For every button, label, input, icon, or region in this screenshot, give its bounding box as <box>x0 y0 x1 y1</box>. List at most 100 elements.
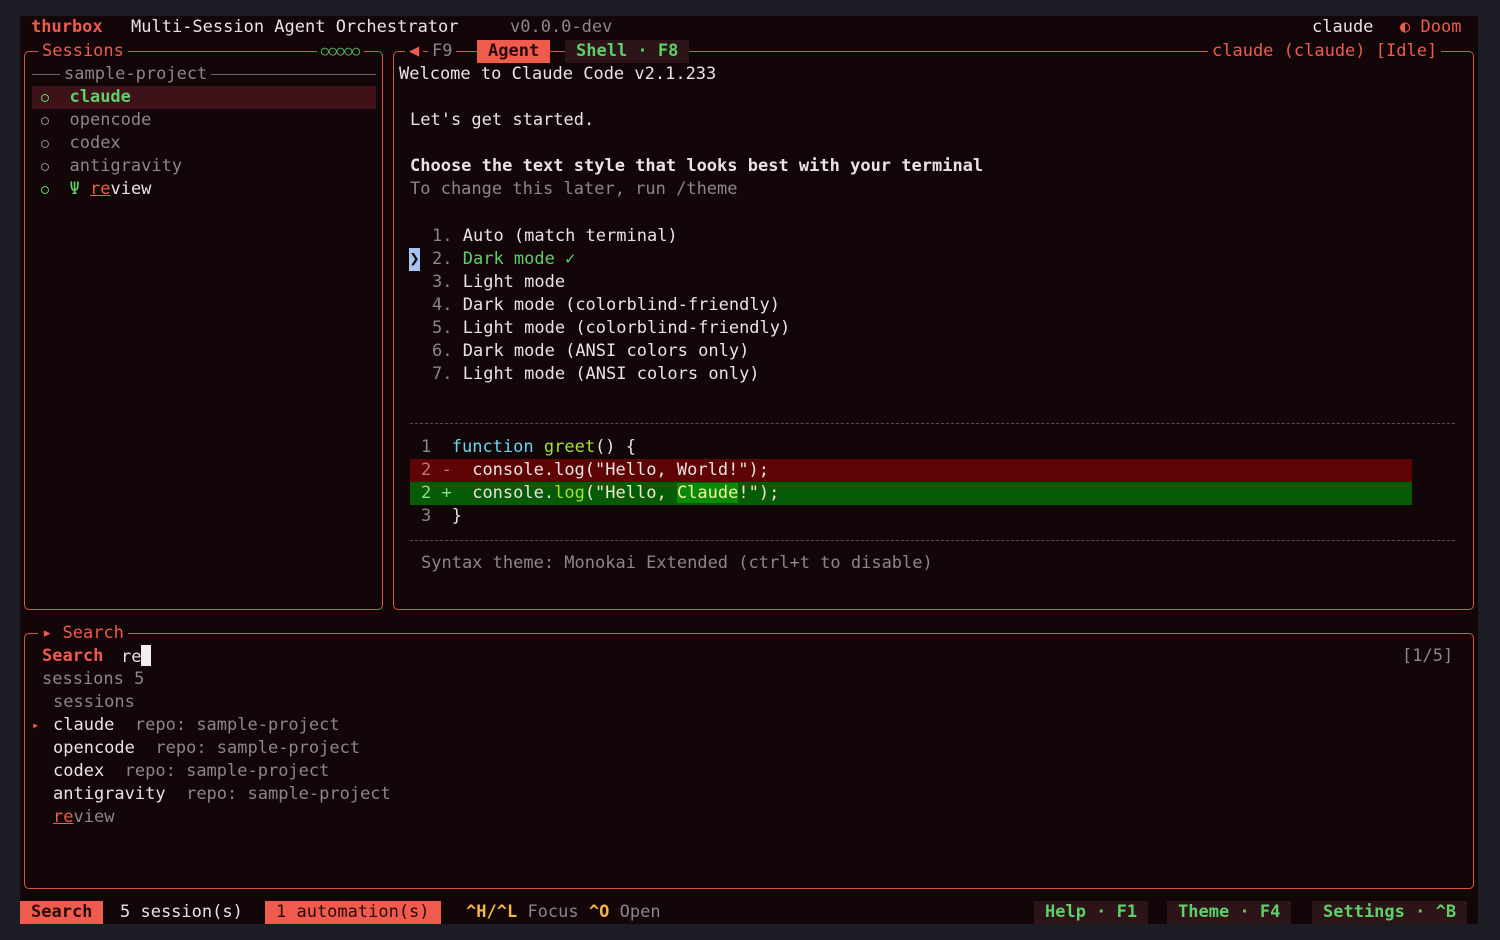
idle-dot-icon <box>41 117 49 125</box>
code-function: greet <box>543 437 596 457</box>
result-name: antigravity <box>53 784 166 804</box>
session-label: claude <box>69 87 131 107</box>
idle-dot-icon <box>41 163 49 171</box>
collapse-arrow-icon[interactable]: ▸ <box>42 623 52 643</box>
session-label: opencode <box>69 110 152 130</box>
theme-indicator[interactable]: ◐ Doom <box>1400 16 1461 39</box>
result-name: claude <box>53 715 115 735</box>
active-dot-icon <box>41 94 49 102</box>
search-result-claude[interactable]: claude repo: sample-project <box>53 714 340 737</box>
search-result-opencode[interactable]: opencode repo: sample-project <box>53 737 360 760</box>
open-label: Open <box>619 902 661 922</box>
session-item-antigravity[interactable]: antigravity <box>41 155 182 178</box>
code-string: !" <box>738 483 759 503</box>
welcome-line: Welcome to Claude Code v2.1.233 <box>399 64 717 84</box>
session-item-review[interactable]: Ψ review <box>41 178 151 201</box>
selection-cursor-icon: ❯ <box>409 248 420 271</box>
code-line-removed: 2 - console.log("Hello, World!"); <box>421 459 769 482</box>
focus-keys: ^H/^L <box>466 902 518 922</box>
prev-tab-arrow-icon[interactable]: ◀ <box>405 40 424 63</box>
tab-shell[interactable]: Shell · F8 <box>565 40 690 63</box>
app-name: thurbox <box>31 17 103 37</box>
intro-line: Let's get started. <box>410 110 595 130</box>
theme-option-4[interactable]: 4. Dark mode (colorblind-friendly) <box>432 294 780 317</box>
help-button[interactable]: Help · F1 <box>1034 901 1149 924</box>
session-status-indicator: ○○○○○ <box>317 40 365 63</box>
half-circle-icon: ◐ <box>1400 17 1411 37</box>
app-subtitle: Multi-Session Agent Orchestrator <box>131 17 459 37</box>
tab-agent[interactable]: Agent <box>477 40 551 63</box>
search-result-review[interactable]: review <box>53 806 114 829</box>
focus-hint: ^H/^L Focus ^O Open <box>466 901 661 924</box>
session-item-codex[interactable]: codex <box>41 132 121 155</box>
active-dot-icon <box>41 186 49 194</box>
code-text: ); <box>758 483 780 503</box>
search-title-label: Search <box>62 623 124 643</box>
theme-option-7[interactable]: 7. Light mode (ANSI colors only) <box>432 363 760 386</box>
option-label: Auto (match terminal) <box>462 226 678 246</box>
option-label: Light mode (colorblind-friendly) <box>462 318 791 338</box>
group-name: sample-project <box>60 63 212 86</box>
theme-option-6[interactable]: 6. Dark mode (ANSI colors only) <box>432 340 749 363</box>
code-text: } <box>451 506 462 526</box>
option-number: 3. <box>432 272 453 292</box>
theme-option-5[interactable]: 5. Light mode (colorblind-friendly) <box>432 317 790 340</box>
sessions-title: Sessions <box>38 40 128 63</box>
result-repo: repo: sample-project <box>124 761 330 781</box>
open-key: ^O <box>588 902 610 922</box>
text-cursor <box>141 645 152 666</box>
code-line-added: 2 + console.log("Hello, Claude!"); <box>421 482 779 505</box>
prompt-hint: To change this later, run /theme <box>410 179 738 199</box>
search-result-antigravity[interactable]: antigravity repo: sample-project <box>53 783 391 806</box>
result-name: codex <box>53 761 105 781</box>
code-text: () { <box>595 437 637 457</box>
app-version: v0.0.0-dev <box>510 17 613 37</box>
theme-option-3[interactable]: 3. Light mode <box>432 271 565 294</box>
theme-button[interactable]: Theme · F4 <box>1167 901 1292 924</box>
option-number: 4. <box>432 295 453 315</box>
automation-count[interactable]: 1 automation(s) <box>265 901 441 924</box>
code-text: console. <box>472 483 555 503</box>
line-number: 1 <box>421 437 432 457</box>
option-number: 6. <box>432 341 453 361</box>
theme-option-2[interactable]: 2. Dark mode ✓ <box>432 248 575 271</box>
session-count: 5 session(s) <box>120 902 243 922</box>
session-label: view <box>110 179 152 199</box>
search-summary: sessions 5 <box>42 669 145 689</box>
focus-label: Focus <box>527 902 579 922</box>
session-item-claude[interactable]: claude <box>41 86 131 109</box>
prev-tab-key: F9 <box>428 40 457 63</box>
line-number: 2 + <box>421 483 452 503</box>
branch-icon: Ψ <box>69 179 80 199</box>
search-query: re <box>121 647 142 667</box>
code-line-3: 3 } <box>421 505 462 528</box>
search-result-codex[interactable]: codex repo: sample-project <box>53 760 329 783</box>
search-input[interactable]: re <box>121 645 152 669</box>
theme-option-1[interactable]: 1. Auto (match terminal) <box>432 225 678 248</box>
code-string: ("Hello, <box>584 483 677 503</box>
match-highlight: re <box>89 179 111 199</box>
option-label: Light mode (ANSI colors only) <box>462 364 760 384</box>
code-changed-word: Claude <box>676 483 739 503</box>
code-text: console.log("Hello, World!"); <box>472 460 770 480</box>
line-number: 2 - <box>421 460 452 480</box>
option-label: Dark mode ✓ <box>462 249 576 269</box>
result-name: view <box>73 807 115 827</box>
option-number: 7. <box>432 364 453 384</box>
preview-divider-top <box>410 423 1455 424</box>
result-name: opencode <box>53 738 135 758</box>
agent-status-title: claude (claude) [Idle] <box>1208 40 1442 63</box>
session-item-opencode[interactable]: opencode <box>41 109 151 132</box>
session-label: antigravity <box>69 156 183 176</box>
mode-badge: Search <box>20 901 104 924</box>
option-label: Dark mode (colorblind-friendly) <box>462 295 781 315</box>
code-line-1: 1 function greet() { <box>421 436 636 459</box>
search-panel-title: ▸ Search <box>38 622 128 645</box>
result-pointer-icon: ▸ <box>32 718 40 732</box>
option-number: 2. <box>432 249 453 269</box>
settings-button[interactable]: Settings · ^B <box>1312 901 1468 924</box>
syntax-theme-note: Syntax theme: Monokai Extended (ctrl+t t… <box>421 553 933 573</box>
theme-name: Doom <box>1420 17 1462 37</box>
user-name: claude <box>1312 17 1374 37</box>
search-section-header: sessions <box>53 692 135 712</box>
